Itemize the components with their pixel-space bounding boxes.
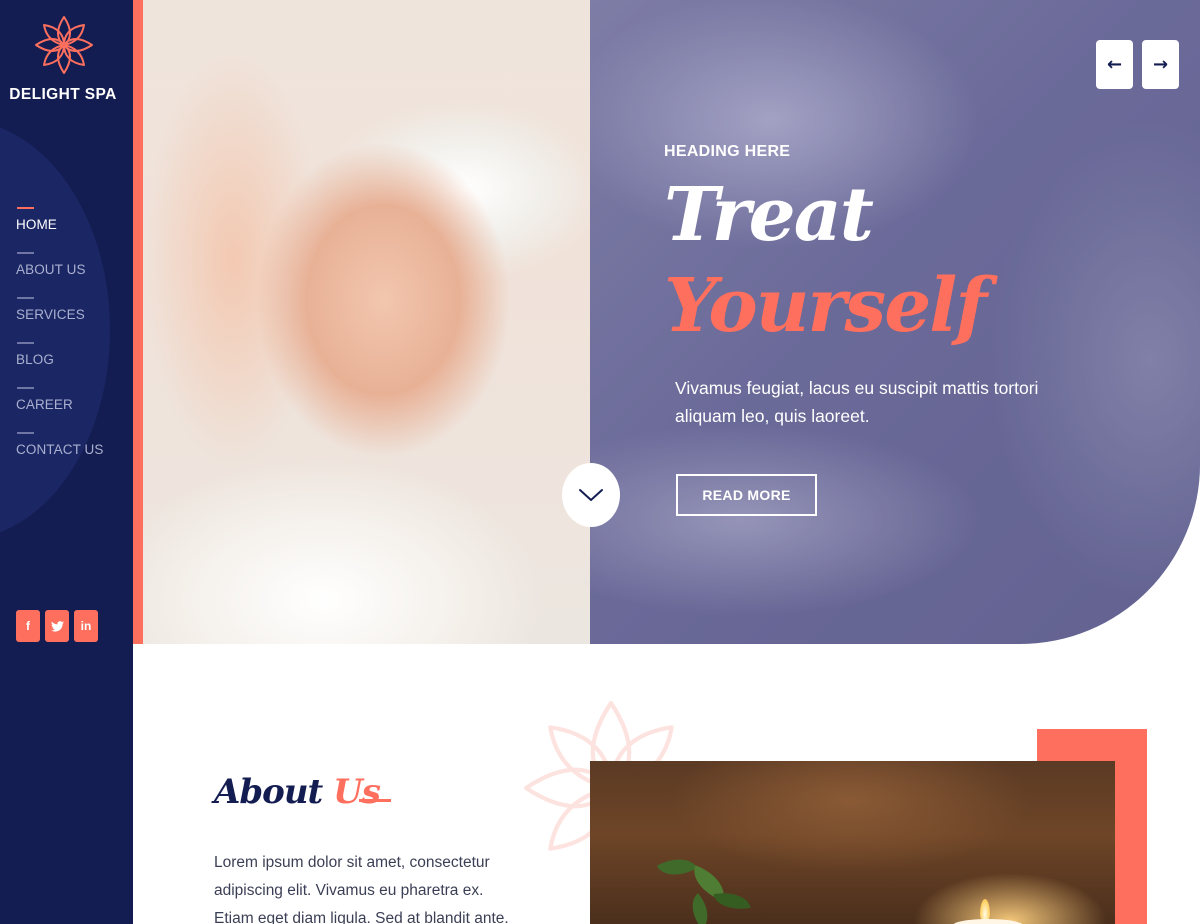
nav-divider (17, 207, 34, 209)
sidebar-decoration (0, 120, 110, 540)
slider-next-button[interactable]: → (1142, 40, 1179, 89)
hero-slider: ← → HEADING HERE Treat Yourself Vivamus … (133, 0, 1200, 644)
about-title: About Us (214, 772, 381, 812)
about-title-part2: Us (333, 772, 381, 812)
hero-description: Vivamus feugiat, lacus eu suscipit matti… (675, 378, 1039, 426)
arrow-left-icon: ← (1106, 54, 1123, 75)
about-title-part1: About (214, 772, 323, 812)
twitter-bird-icon (50, 620, 64, 632)
hero-image-facial-massage (143, 0, 590, 644)
arrow-right-icon: → (1152, 54, 1169, 75)
scroll-down-button[interactable] (562, 463, 620, 527)
nav-divider (17, 252, 34, 254)
hero-eyebrow: HEADING HERE (664, 143, 791, 160)
nav-divider (17, 387, 34, 389)
candle (952, 919, 1024, 924)
hero-accent-bar (133, 0, 143, 644)
nav-item-label[interactable]: ABOUT US (16, 262, 86, 277)
brand-name[interactable]: DELIGHT SPA (0, 86, 126, 104)
nav-divider (17, 342, 34, 344)
about-image-candles (590, 761, 1115, 924)
candle-flame (980, 899, 990, 921)
lotus-icon[interactable] (34, 13, 94, 77)
slider-prev-button[interactable]: ← (1096, 40, 1133, 89)
twitter-icon[interactable] (45, 610, 69, 642)
nav-item-label[interactable]: CONTACT US (16, 442, 104, 457)
linkedin-icon[interactable]: in (74, 610, 98, 642)
hero-title-line2: Yourself (664, 263, 987, 349)
leaf-decoration (682, 893, 718, 924)
nav-item-label[interactable]: BLOG (16, 352, 54, 367)
social-links: f in (16, 610, 98, 642)
facebook-icon[interactable]: f (16, 610, 40, 642)
nav-item-label[interactable]: CAREER (16, 397, 73, 412)
nav-divider (17, 297, 34, 299)
about-description: Lorem ipsum dolor sit amet, consectetur … (214, 854, 509, 924)
sidebar: DELIGHT SPA HOME ABOUT US SERVICES BLOG … (0, 0, 133, 924)
chevron-down-icon (579, 489, 603, 501)
hero-title-line1: Treat (664, 172, 874, 258)
nav-divider (17, 432, 34, 434)
nav-item-label[interactable]: SERVICES (16, 307, 85, 322)
nav-item-label[interactable]: HOME (16, 217, 57, 232)
about-title-underline (359, 799, 391, 802)
read-more-button[interactable]: READ MORE (676, 474, 817, 516)
leaf-decoration (656, 848, 698, 886)
